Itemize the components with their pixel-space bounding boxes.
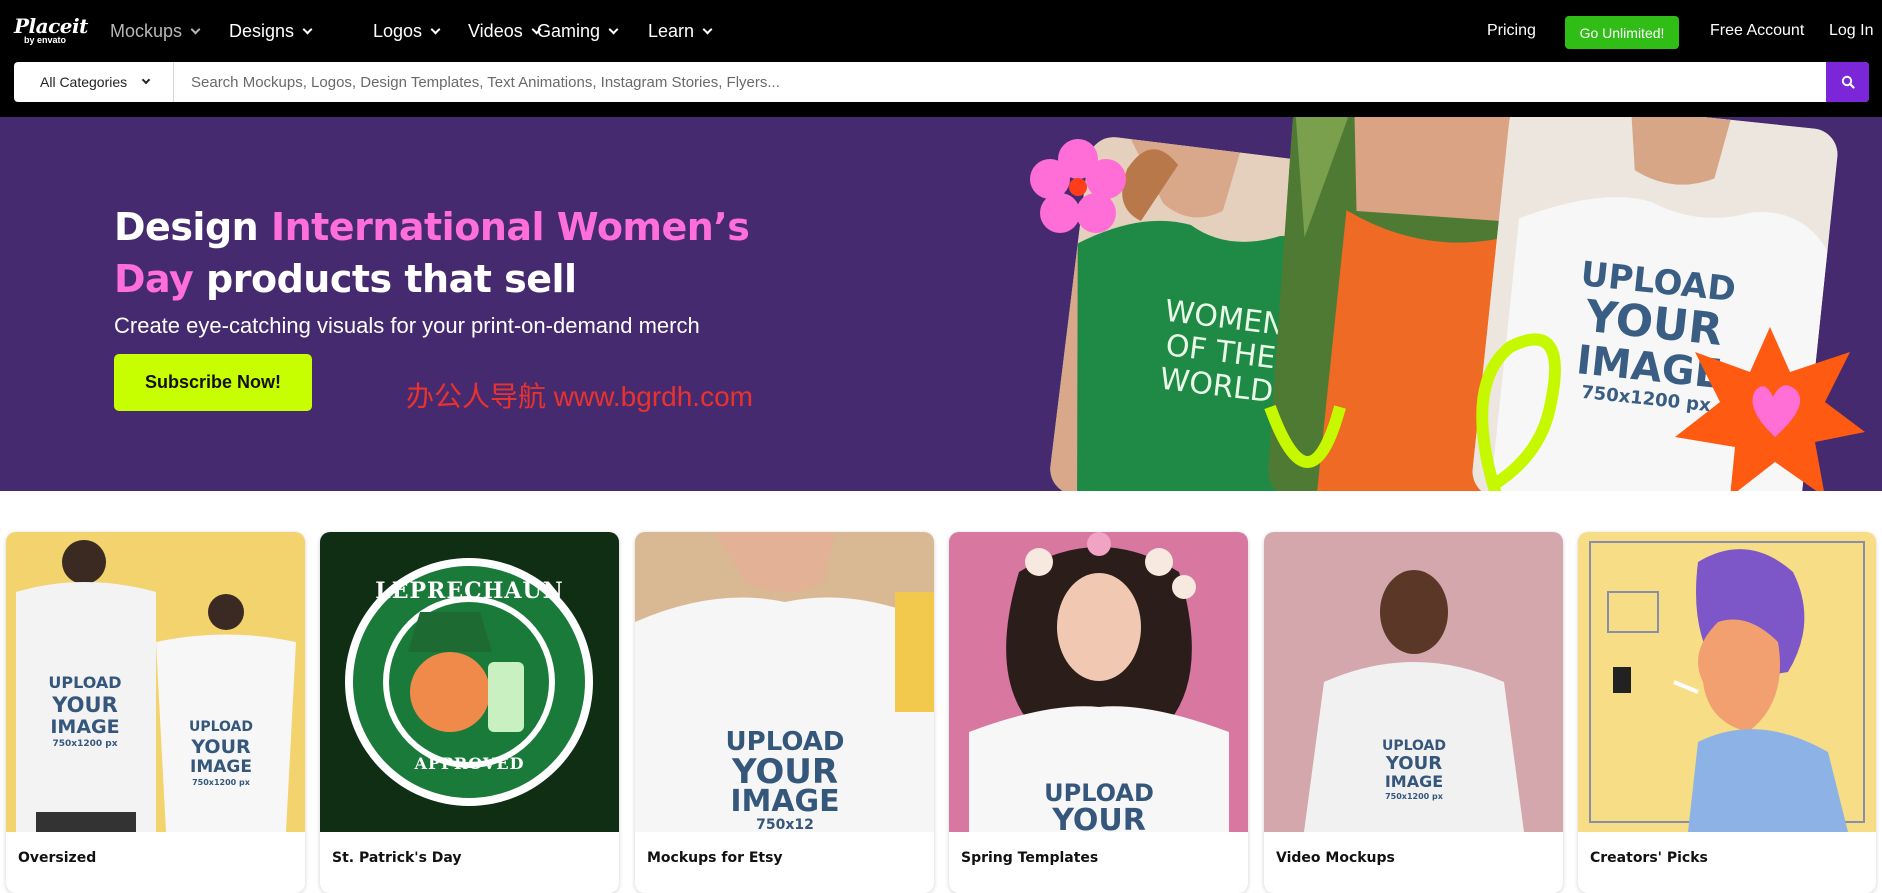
- print-line: IMAGE: [1384, 772, 1444, 791]
- watermark-text: 办公人导航 www.bgrdh.com: [406, 381, 753, 412]
- card-label: Spring Templates: [961, 850, 1099, 866]
- card-image: UPLOAD YOUR: [949, 532, 1248, 832]
- placeit-logo[interactable]: Placeit by envato: [14, 14, 88, 45]
- free-account-link[interactable]: Free Account: [1710, 22, 1804, 40]
- card-image: UPLOAD YOUR IMAGE 750x1200 px UPLOAD YOU…: [6, 532, 305, 832]
- print-line: IMAGE: [190, 757, 252, 777]
- chevron-down-icon: [430, 24, 441, 34]
- print-line: 750x1200 px: [1385, 792, 1443, 801]
- pricing-link[interactable]: Pricing: [1487, 22, 1536, 40]
- hero-title: Design International Women’s Day product…: [114, 201, 794, 305]
- hero-banner: Design International Women’s Day product…: [0, 117, 1882, 491]
- chevron-down-icon: [302, 24, 313, 34]
- lime-loop-decoration: [1264, 333, 1561, 491]
- search-button[interactable]: [1826, 62, 1869, 102]
- nav-logos[interactable]: Logos: [373, 21, 441, 42]
- card-label: St. Patrick's Day: [332, 850, 462, 866]
- print-line: 750x1200 px: [192, 778, 250, 787]
- badge-text-top: LEPRECHAUN: [375, 578, 564, 604]
- chevron-down-icon: [190, 24, 201, 34]
- card-label: Oversized: [18, 850, 97, 866]
- print-line: IMAGE: [50, 716, 120, 738]
- nav-videos-label: Videos: [468, 21, 523, 41]
- chevron-down-icon: [141, 75, 151, 84]
- print-line: YOUR: [1385, 753, 1443, 774]
- magnifier-icon: [1841, 75, 1855, 89]
- card-spring-templates[interactable]: UPLOAD YOUR Spring Templates: [949, 532, 1248, 893]
- print-upload: UPLOAD YOUR: [1009, 779, 1189, 832]
- card-video-mockups[interactable]: UPLOAD YOUR IMAGE 750x1200 px Video Mock…: [1264, 532, 1563, 893]
- nav-mockups[interactable]: Mockups: [110, 21, 201, 42]
- badge-text-bottom: APPROVED: [414, 754, 525, 773]
- card-image: LEPRECHAUN APPROVED: [320, 532, 619, 832]
- top-navigation: Placeit by envato Mockups Designs Logos …: [0, 0, 1882, 62]
- print-upload-small: UPLOAD YOUR IMAGE 750x1200 px: [181, 717, 261, 788]
- card-image: [1578, 532, 1876, 832]
- print-line: YOUR: [731, 752, 839, 792]
- print-line: YOUR: [52, 693, 118, 717]
- print-upload-large: UPLOAD YOUR IMAGE 750x1200 px: [40, 672, 130, 750]
- search-box: All Categories: [14, 62, 1869, 102]
- chevron-down-icon: [702, 24, 713, 34]
- print-line: YOUR: [191, 736, 251, 758]
- nav-learn[interactable]: Learn: [648, 21, 713, 42]
- card-st-patricks-day[interactable]: LEPRECHAUN APPROVED St. Patrick's Day: [320, 532, 619, 893]
- flower-icon: [1030, 139, 1126, 233]
- nav-designs[interactable]: Designs: [229, 21, 313, 42]
- card-mockups-for-etsy[interactable]: UPLOAD YOUR IMAGE 750x12 Mockups for Ets…: [635, 532, 934, 893]
- hero-collage: WOMEN OF THE WORLD UPLOAD YOUR IMAGE 750…: [1020, 117, 1882, 491]
- nav-gaming[interactable]: Gaming: [537, 21, 619, 42]
- print-line: UPLOAD: [188, 719, 254, 735]
- search-bar-row: All Categories: [0, 62, 1882, 117]
- search-input[interactable]: [175, 62, 1835, 102]
- category-select[interactable]: All Categories: [14, 62, 174, 102]
- category-cards: UPLOAD YOUR IMAGE 750x1200 px UPLOAD YOU…: [0, 532, 1882, 893]
- subscribe-now-button[interactable]: Subscribe Now!: [114, 354, 312, 411]
- card-label: Creators' Picks: [1590, 850, 1708, 866]
- nav-logos-label: Logos: [373, 21, 423, 41]
- card-oversized[interactable]: UPLOAD YOUR IMAGE 750x1200 px UPLOAD YOU…: [6, 532, 305, 893]
- login-link[interactable]: Log In: [1829, 22, 1873, 40]
- print-line: UPLOAD: [48, 673, 122, 692]
- nav-designs-label: Designs: [229, 21, 295, 41]
- card-image: UPLOAD YOUR IMAGE 750x1200 px: [1264, 532, 1563, 832]
- print-upload: UPLOAD YOUR IMAGE 750x1200 px: [1364, 737, 1464, 802]
- starburst-icon: [1675, 327, 1865, 491]
- card-creators-picks[interactable]: Creators' Picks: [1578, 532, 1876, 893]
- hero-subtitle: Create eye-catching visuals for your pri…: [114, 313, 700, 338]
- go-unlimited-button[interactable]: Go Unlimited!: [1565, 16, 1679, 49]
- chevron-down-icon: [608, 24, 619, 34]
- print-line: YOUR: [1052, 803, 1146, 833]
- print-line: 750x12: [756, 817, 814, 832]
- category-select-value: All Categories: [40, 74, 128, 90]
- card-label: Video Mockups: [1276, 850, 1395, 866]
- print-line: IMAGE: [730, 784, 840, 819]
- card-image: UPLOAD YOUR IMAGE 750x12: [635, 532, 934, 832]
- card-label: Mockups for Etsy: [647, 850, 783, 866]
- nav-gaming-label: Gaming: [537, 21, 601, 41]
- print-line: 750x1200 px: [52, 739, 118, 749]
- logo-byline: by envato: [24, 35, 67, 45]
- hero-title-end: products that sell: [193, 257, 577, 301]
- hero-title-start: Design: [114, 205, 271, 249]
- nav-videos[interactable]: Videos: [468, 21, 542, 42]
- nav-learn-label: Learn: [648, 21, 695, 41]
- logo-wordmark: Placeit: [14, 14, 88, 38]
- nav-mockups-label: Mockups: [110, 21, 183, 41]
- print-upload: UPLOAD YOUR IMAGE 750x12: [700, 727, 870, 832]
